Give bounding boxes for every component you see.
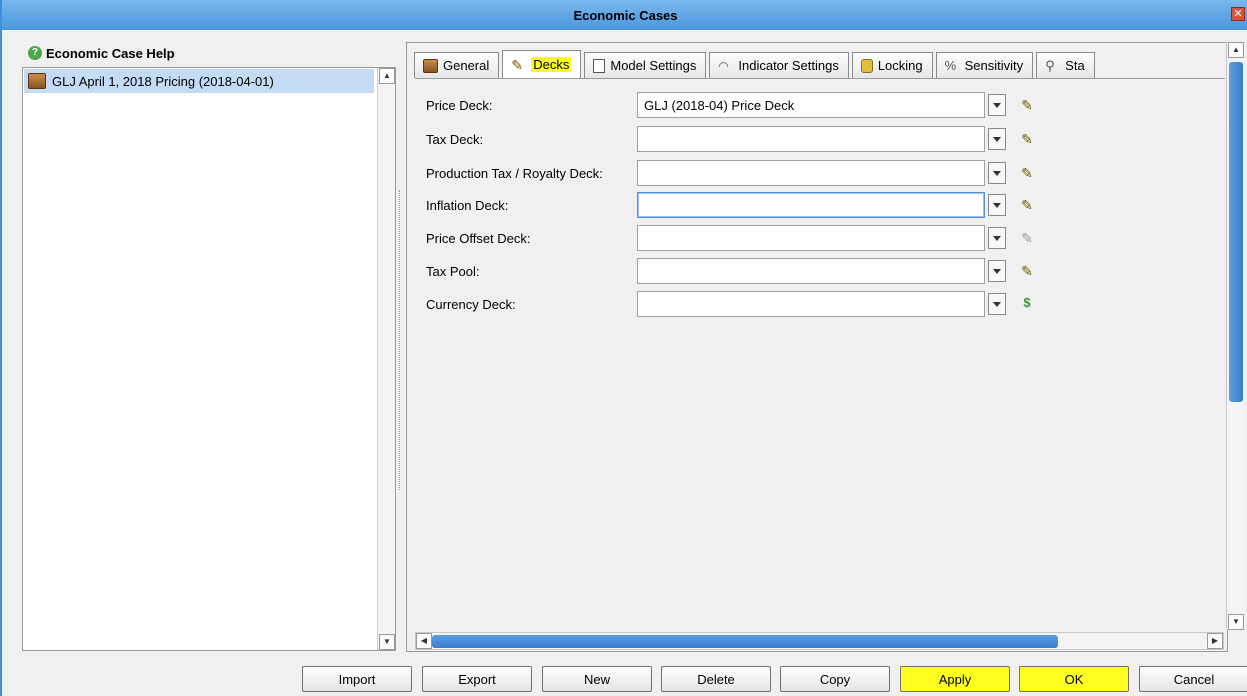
tax-pool-row: Tax Pool:	[426, 258, 636, 284]
lock-icon	[860, 58, 873, 73]
tax-pool-select[interactable]	[637, 258, 985, 284]
tab-decks[interactable]: ✎ Decks	[502, 50, 582, 78]
tab-sensitivity[interactable]: % Sensitivity	[935, 52, 1034, 78]
tax-deck-row: Tax Deck:	[426, 126, 636, 152]
currency-deck-select[interactable]	[637, 291, 985, 317]
tab-label: Model Settings	[610, 58, 697, 73]
chevron-down-icon[interactable]	[988, 260, 1006, 282]
field-label: Price Offset Deck:	[426, 230, 531, 246]
tab-label: Decks	[531, 57, 572, 72]
chevron-down-icon[interactable]	[988, 227, 1006, 249]
import-button[interactable]: Import	[302, 666, 412, 692]
production-tax-royalty-deck-select[interactable]	[637, 160, 985, 186]
tab-bar: General ✎ Decks Model Settings ◠ Indicat…	[414, 50, 1226, 78]
percent-icon: %	[944, 57, 957, 73]
copy-button[interactable]: Copy	[780, 666, 890, 692]
apply-button[interactable]: Apply	[900, 666, 1010, 692]
scroll-left-icon[interactable]: ◀	[416, 633, 432, 649]
price-deck-row: Price Deck:	[426, 92, 636, 118]
economic-case-list[interactable]: GLJ April 1, 2018 Pricing (2018-04-01) ▲…	[22, 67, 396, 651]
field-label: Production Tax / Royalty Deck:	[426, 165, 603, 181]
scroll-down-icon[interactable]: ▼	[1228, 614, 1244, 630]
help-icon: ?	[28, 46, 42, 60]
window-title: Economic Cases	[573, 7, 678, 23]
barrel-icon	[28, 73, 46, 89]
field-label: Currency Deck:	[426, 296, 516, 312]
scroll-right-icon[interactable]: ▶	[1207, 633, 1223, 649]
close-icon[interactable]: ✕	[1231, 7, 1245, 21]
list-item[interactable]: GLJ April 1, 2018 Pricing (2018-04-01)	[24, 69, 374, 93]
tab-general[interactable]: General	[414, 52, 500, 78]
deck-icon: ✎	[511, 56, 523, 73]
tab-label: Indicator Settings	[738, 58, 839, 73]
scroll-thumb[interactable]	[432, 635, 1058, 648]
tab-sta[interactable]: ⚲ Sta	[1036, 52, 1095, 78]
help-label: Economic Case Help	[46, 45, 175, 61]
price-offset-deck-row: Price Offset Deck:	[426, 225, 636, 251]
edit-deck-icon[interactable]: ✎	[1019, 198, 1035, 212]
tab-label: General	[443, 58, 490, 73]
gauge-icon: ◠	[718, 58, 729, 73]
tax-deck-select[interactable]	[637, 126, 985, 152]
field-label: Price Deck:	[426, 97, 493, 113]
edit-deck-icon[interactable]: ✎	[1019, 166, 1035, 180]
price-deck-select[interactable]: GLJ (2018-04) Price Deck	[637, 92, 985, 118]
cancel-button[interactable]: Cancel	[1139, 666, 1247, 692]
horizontal-scrollbar[interactable]: ◀ ▶	[415, 632, 1224, 650]
currency-deck-row: Currency Deck:	[426, 291, 636, 317]
tab-indicator-settings[interactable]: ◠ Indicator Settings	[709, 52, 849, 78]
delete-button[interactable]: Delete	[661, 666, 771, 692]
edit-deck-icon[interactable]: ✎	[1019, 132, 1035, 146]
edit-deck-icon[interactable]: ✎	[1019, 98, 1035, 112]
currency-exchange-icon[interactable]: $	[1019, 296, 1035, 310]
panel-splitter[interactable]	[399, 190, 403, 490]
economic-case-help-link[interactable]: ? Economic Case Help	[28, 44, 175, 62]
production-tax-royalty-deck-row: Production Tax / Royalty Deck:	[426, 160, 636, 186]
tab-locking[interactable]: Locking	[851, 52, 933, 78]
chevron-down-icon[interactable]	[988, 293, 1006, 315]
tab-label: Sta	[1065, 58, 1085, 73]
scroll-thumb[interactable]	[1229, 62, 1243, 402]
title-bar[interactable]: Economic Cases ✕	[2, 0, 1247, 30]
right-vertical-scrollbar[interactable]: ▲ ▼	[1226, 42, 1244, 630]
economic-cases-window: Economic Cases ✕ ? Economic Case Help GL…	[0, 0, 1247, 696]
chevron-down-icon[interactable]	[988, 162, 1006, 184]
tab-label: Sensitivity	[964, 58, 1024, 73]
scroll-up-icon[interactable]: ▲	[379, 68, 395, 84]
field-label: Inflation Deck:	[426, 197, 509, 213]
field-label: Tax Deck:	[426, 131, 484, 147]
inflation-deck-row: Inflation Deck:	[426, 192, 636, 218]
magnifier-icon: ⚲	[1045, 57, 1055, 73]
clipboard-icon	[593, 58, 606, 73]
left-vertical-scrollbar[interactable]: ▲ ▼	[377, 68, 395, 650]
tab-label: Locking	[877, 58, 923, 73]
price-offset-deck-select[interactable]	[637, 225, 985, 251]
chevron-down-icon[interactable]	[988, 94, 1006, 116]
inflation-deck-select[interactable]	[637, 192, 985, 218]
tab-model-settings[interactable]: Model Settings	[584, 52, 707, 78]
chevron-down-icon[interactable]	[988, 128, 1006, 150]
list-item-label: GLJ April 1, 2018 Pricing (2018-04-01)	[52, 73, 274, 89]
scroll-down-icon[interactable]: ▼	[379, 634, 395, 650]
ok-button[interactable]: OK	[1019, 666, 1129, 692]
scroll-up-icon[interactable]: ▲	[1228, 42, 1244, 58]
edit-deck-icon: ✎	[1021, 230, 1033, 246]
chevron-down-icon[interactable]	[988, 194, 1006, 216]
edit-deck-icon[interactable]: ✎	[1019, 264, 1035, 278]
field-label: Tax Pool:	[426, 263, 480, 279]
new-button[interactable]: New	[542, 666, 652, 692]
export-button[interactable]: Export	[422, 666, 532, 692]
barrel-icon	[423, 58, 438, 73]
